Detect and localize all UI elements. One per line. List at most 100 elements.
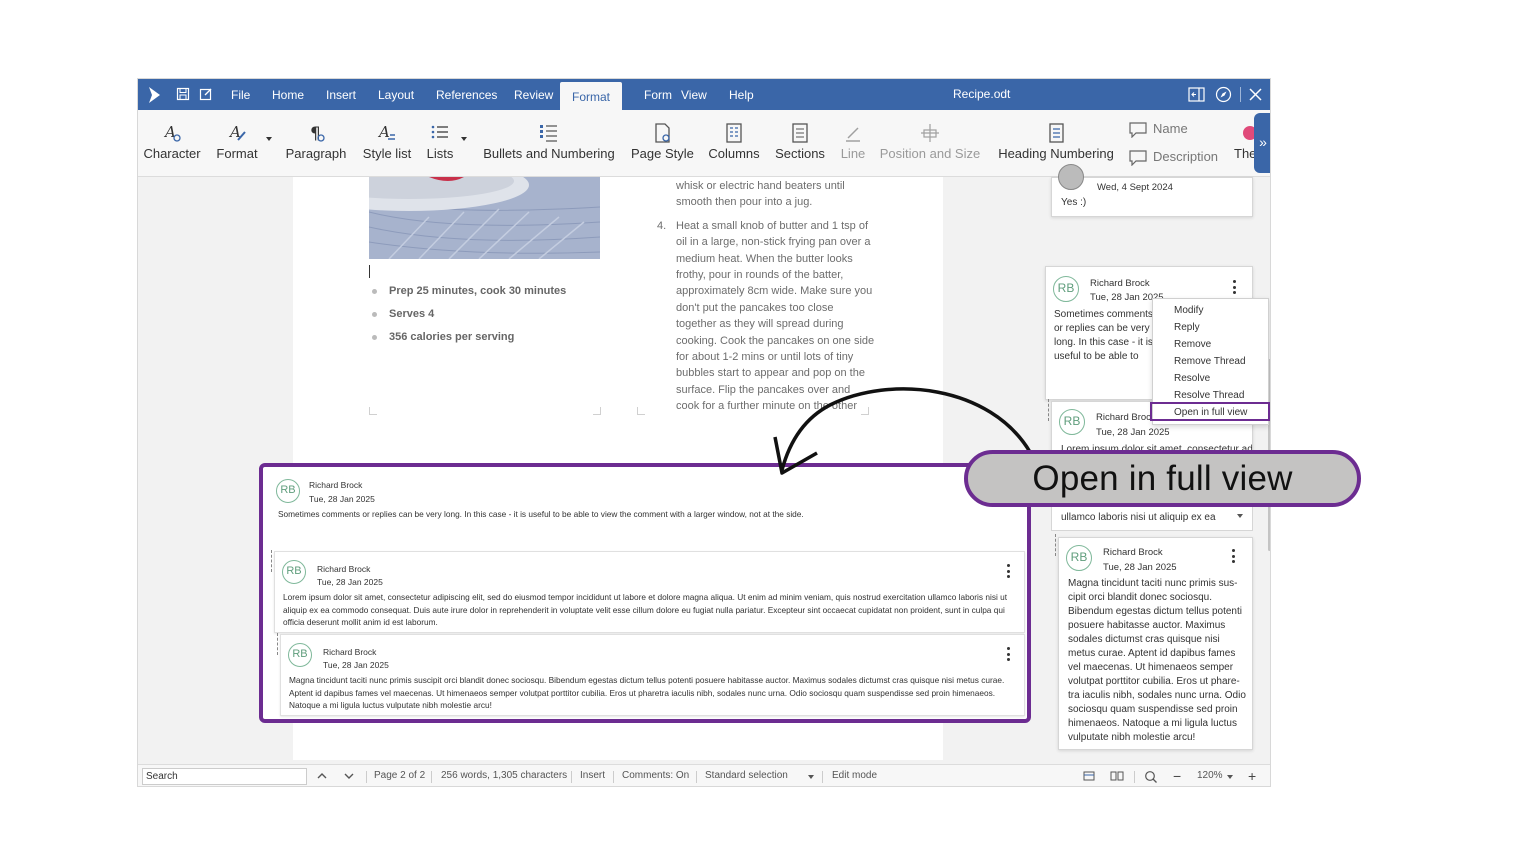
page-style-button[interactable]: Page Style [631,110,694,177]
single-page-view-icon[interactable] [1082,770,1096,782]
status-separator [613,771,614,783]
menu-review[interactable]: Review [502,79,565,110]
avatar: RB [276,479,300,503]
comment-card[interactable]: RB Richard Brock Tue, 28 Jan 2025 Someti… [265,469,1025,547]
paragraph-button[interactable]: ¶ Paragraph [284,110,348,177]
comments-status[interactable]: Comments: On [622,765,689,786]
title-bar: File Home Insert Layout References Revie… [138,79,1270,112]
search-input[interactable]: Search [142,768,307,785]
comment-author: Richard Brock [309,480,363,490]
menu-item-reply[interactable]: Reply [1174,322,1200,333]
menu-insert[interactable]: Insert [314,79,368,110]
comment-card[interactable]: RB Richard Brock Tue, 28 Jan 2025 Magna … [1058,537,1253,750]
avatar [1058,164,1084,190]
menu-item-modify[interactable]: Modify [1174,305,1203,316]
columns-button[interactable]: Columns [704,110,764,177]
status-separator [431,771,432,783]
find-next-icon[interactable] [343,771,355,781]
status-separator [822,771,823,783]
comment-menu-icon[interactable] [1007,564,1011,578]
style-list-icon: A [377,123,395,141]
menu-item-resolve[interactable]: Resolve [1174,373,1210,384]
app-logo-icon [149,87,160,103]
comment-menu-icon[interactable] [1007,647,1011,661]
comment-card[interactable]: Wed, 4 Sept 2024 Yes :) [1051,164,1253,217]
edit-mode[interactable]: Edit mode [832,765,877,786]
name-button[interactable]: Name [1129,121,1188,138]
word-count[interactable]: 256 words, 1,305 characters [441,765,567,786]
menu-item-remove[interactable]: Remove [1174,339,1211,350]
zoom-out-button[interactable]: − [1173,765,1181,786]
thread-connector [271,550,272,572]
zoom-dropdown-caret[interactable] [1227,775,1233,779]
selection-dropdown-caret[interactable] [808,775,814,779]
zoom-level[interactable]: 120% [1197,765,1223,786]
selection-mode[interactable]: Standard selection [705,765,788,786]
heading-numbering-icon [1049,123,1064,143]
zoom-in-button[interactable]: + [1248,765,1256,786]
save-icon[interactable] [176,87,190,101]
heading-numbering-button[interactable]: Heading Numbering [994,110,1118,177]
sidebar-toggle-icon[interactable] [1188,86,1205,103]
format-ribbon: A Character A Format ¶ Paragraph A Style… [138,110,1270,177]
multi-page-view-icon[interactable] [1110,770,1124,782]
bullets-numbering-icon [540,125,557,142]
insert-mode[interactable]: Insert [580,765,605,786]
edit-document-icon[interactable] [199,87,213,101]
menu-file[interactable]: File [219,79,262,110]
text-boundary-corner [593,407,601,415]
ribbon-expand-button[interactable]: » [1254,113,1270,173]
zoom-icon[interactable] [1144,770,1158,783]
open-full-view-callout: Open in full view [964,450,1361,507]
navigator-compass-icon[interactable] [1215,86,1232,103]
lists-dropdown-caret[interactable] [461,137,467,141]
comment-full-view: RB Richard Brock Tue, 28 Jan 2025 Someti… [259,463,1031,723]
comment-card[interactable]: RB Richard Brock Tue, 28 Jan 2025 Magna … [280,634,1025,716]
find-previous-icon[interactable] [316,771,328,781]
theme-button[interactable]: The [1234,110,1257,177]
text-boundary-corner [637,407,645,415]
comment-menu-icon[interactable] [1232,549,1236,563]
plate-picture [369,177,600,259]
menu-format[interactable]: Format [560,82,623,112]
comment-date: Tue, 28 Jan 2025 [323,660,389,670]
menu-item-remove-thread[interactable]: Remove Thread [1174,356,1246,367]
comment-date: Tue, 28 Jan 2025 [1103,562,1177,573]
character-icon: A [163,123,181,142]
status-separator [571,771,572,783]
avatar: RB [282,560,306,584]
expand-comment-caret[interactable] [1237,514,1243,518]
sections-button[interactable]: Sections [772,110,828,177]
columns-icon [726,123,742,143]
page-count[interactable]: Page 2 of 2 [374,765,425,786]
position-size-button[interactable]: Position and Size [879,110,981,177]
comment-menu-icon[interactable] [1233,280,1237,294]
menu-home[interactable]: Home [260,79,316,110]
thread-connector [1055,534,1056,556]
comment-body: Magna tincidunt taciti nunc primis sus-c… [1068,578,1246,743]
text-cursor [369,265,370,278]
lists-button[interactable]: Lists [422,110,458,177]
style-list-button[interactable]: A Style list [360,110,414,177]
line-icon [846,127,860,142]
avatar: RB [1053,276,1079,302]
menu-layout[interactable]: Layout [366,79,426,110]
comment-card[interactable]: RB Richard Brock Tue, 28 Jan 2025 Lorem … [274,551,1025,633]
line-button[interactable]: Line [838,110,868,177]
comment-card-tail[interactable]: ullamco laboris nisi ut aliquip ex ea [1051,507,1253,531]
format-brush-icon: A [228,123,246,141]
lists-icon [431,125,448,139]
character-button[interactable]: A Character [142,110,202,177]
menu-help[interactable]: Help [717,79,766,110]
bullets-numbering-button[interactable]: Bullets and Numbering [479,110,619,177]
menu-view[interactable]: View [669,79,719,110]
format-dropdown-caret[interactable] [266,137,272,141]
status-separator [696,771,697,783]
description-button[interactable]: Description [1129,149,1218,166]
format-button[interactable]: A Format [212,110,262,177]
menu-references[interactable]: References [424,79,509,110]
close-icon[interactable] [1247,86,1264,103]
comment-body: ullamco laboris nisi ut aliquip ex ea [1061,512,1216,523]
menu-item-resolve-thread[interactable]: Resolve Thread [1174,390,1244,401]
comment-author: Richard Brock [1103,547,1163,558]
